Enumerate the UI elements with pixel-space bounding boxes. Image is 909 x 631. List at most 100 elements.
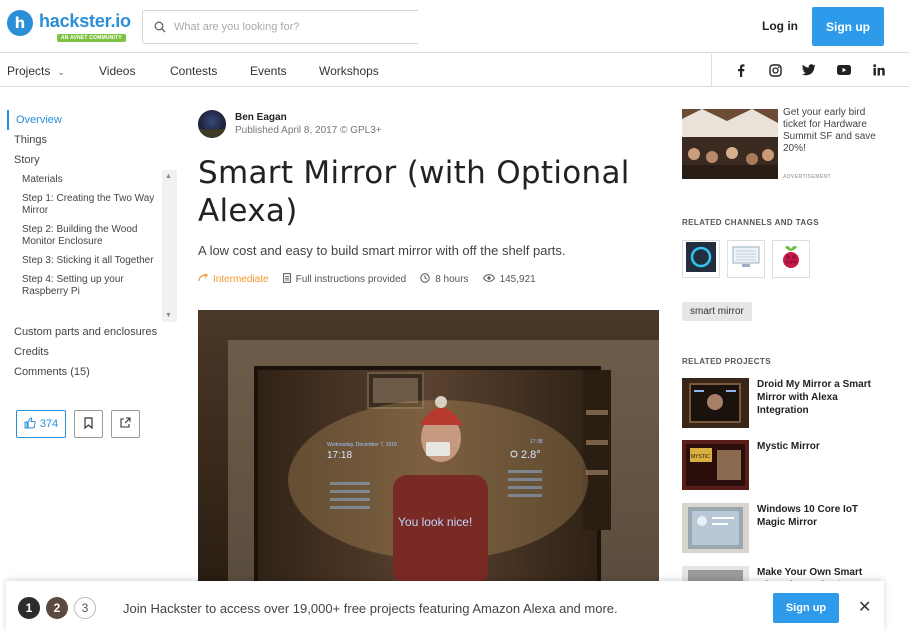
chevron-down-icon: ⌄ xyxy=(57,67,65,77)
instructions-info: Full instructions provided xyxy=(282,273,407,286)
project-title[interactable]: Mystic Mirror xyxy=(757,440,882,453)
mirror-message: You look nice! xyxy=(398,515,472,529)
share-button[interactable] xyxy=(111,410,140,438)
logo-text: hackster.io AN AVNET COMMUNITY xyxy=(39,10,131,42)
table-of-contents: Overview Things Story Materials Step 1: … xyxy=(7,110,177,382)
project-actions: 374 xyxy=(16,410,140,438)
nav-events[interactable]: Events xyxy=(250,64,287,78)
respect-button[interactable]: 374 xyxy=(16,410,66,438)
project-title[interactable]: Windows 10 Core IoT Magic Mirror xyxy=(757,503,882,529)
toc-comments[interactable]: Comments (15) xyxy=(7,362,177,382)
toc-story[interactable]: Story xyxy=(7,150,177,170)
logo-name: hackster.io xyxy=(39,11,131,31)
clock-icon xyxy=(420,273,430,286)
search-icon xyxy=(146,11,174,43)
author-meta: Ben Eagan Published April 8, 2017 © GPL3… xyxy=(235,112,382,136)
project-thumbnail[interactable] xyxy=(682,378,749,428)
author-name[interactable]: Ben Eagan xyxy=(235,112,382,123)
search-input[interactable] xyxy=(174,21,404,33)
toc-things[interactable]: Things xyxy=(7,130,177,150)
raspberry-pi-icon xyxy=(780,244,802,275)
toc-story-submenu: Materials Step 1: Creating the Two Way M… xyxy=(7,170,177,322)
duration-info: 8 hours xyxy=(420,273,469,286)
document-icon xyxy=(282,273,291,286)
project-meta: Intermediate Full instructions provided … xyxy=(198,273,536,286)
toc-sub-item[interactable]: Materials xyxy=(7,170,157,189)
step-3-icon: 3 xyxy=(74,597,96,619)
toc-scrollbar[interactable]: ▲ ▼ xyxy=(162,170,177,322)
mirror-time: 17:18 xyxy=(327,450,352,461)
difficulty-icon xyxy=(198,273,209,285)
signup-button[interactable]: Sign up xyxy=(812,7,884,46)
toc-custom-parts[interactable]: Custom parts and enclosures xyxy=(7,322,177,342)
toc-overview[interactable]: Overview xyxy=(7,110,177,130)
signup-banner: 1 2 3 Join Hackster to access over 19,00… xyxy=(6,581,884,631)
mirror-weather-time: 17:38 xyxy=(530,439,543,445)
scroll-up-icon[interactable]: ▲ xyxy=(165,173,172,180)
mirror-date: Wednesday, December 7, 2016 xyxy=(327,442,397,448)
eye-icon xyxy=(482,274,495,285)
signup-steps: 1 2 3 xyxy=(18,597,96,619)
nav-projects[interactable]: Projects ⌄ xyxy=(7,64,65,78)
instagram-icon[interactable] xyxy=(767,62,783,78)
banner-text: Join Hackster to access over 19,000+ fre… xyxy=(123,601,618,616)
toc-credits[interactable]: Credits xyxy=(7,342,177,362)
share-icon xyxy=(120,417,131,431)
top-header: h hackster.io AN AVNET COMMUNITY Log in … xyxy=(0,0,909,53)
toc-sub-item[interactable]: Step 2: Building the Wood Monitor Enclos… xyxy=(7,220,157,251)
toc-sub-item[interactable]: Step 3: Sticking it all Together xyxy=(7,251,157,270)
related-channels-heading: RELATED CHANNELS AND TAGS xyxy=(682,218,819,227)
linkedin-icon[interactable] xyxy=(871,62,887,78)
alexa-icon xyxy=(686,241,716,277)
ad-label: ADVERTISEMENT xyxy=(783,174,831,180)
related-channels xyxy=(682,240,810,278)
mirror-temperature: 2.8° xyxy=(521,449,541,461)
related-project[interactable]: Droid My Mirror a Smart Mirror with Alex… xyxy=(682,378,892,428)
main-nav: Projects ⌄ Videos Contests Events Worksho… xyxy=(0,54,909,87)
scroll-down-icon[interactable]: ▼ xyxy=(165,312,172,319)
duration-label: 8 hours xyxy=(435,274,469,285)
alexa-channel[interactable] xyxy=(682,240,720,278)
social-links xyxy=(711,54,909,86)
toc-sub-item[interactable]: Step 4: Setting up your Raspberry Pi xyxy=(7,270,157,301)
nav-contests[interactable]: Contests xyxy=(170,64,217,78)
ad-text[interactable]: Get your early bird ticket for Hardware … xyxy=(783,107,883,155)
page-title: Smart Mirror (with Optional Alexa) xyxy=(198,155,630,229)
related-project[interactable]: Windows 10 Core IoT Magic Mirror xyxy=(682,503,892,553)
hackster-logo[interactable]: h hackster.io AN AVNET COMMUNITY xyxy=(7,10,131,42)
thumbs-up-icon xyxy=(24,416,36,432)
step-1-icon: 1 xyxy=(18,597,40,619)
instructions-label: Full instructions provided xyxy=(295,274,407,285)
display-channel[interactable] xyxy=(727,240,765,278)
difficulty-badge: Intermediate xyxy=(198,273,269,286)
step-2-icon: 2 xyxy=(46,597,68,619)
nav-workshops[interactable]: Workshops xyxy=(319,64,379,78)
published-date: Published April 8, 2017 © GPL3+ xyxy=(235,125,382,136)
project-title[interactable]: Droid My Mirror a Smart Mirror with Alex… xyxy=(757,378,882,417)
tag-smart-mirror[interactable]: smart mirror xyxy=(682,302,752,321)
bookmark-button[interactable] xyxy=(74,410,103,438)
related-project[interactable]: MYSTIC Mystic Mirror xyxy=(682,440,892,490)
views-info: 145,921 xyxy=(482,273,536,286)
author-info: Ben Eagan Published April 8, 2017 © GPL3… xyxy=(198,110,382,138)
nav-projects-label: Projects xyxy=(7,64,51,78)
close-icon[interactable]: ✕ xyxy=(858,597,871,617)
project-thumbnail[interactable] xyxy=(682,503,749,553)
search-box[interactable] xyxy=(142,10,418,44)
respect-count: 374 xyxy=(39,418,59,430)
project-thumbnail[interactable]: MYSTIC xyxy=(682,440,749,490)
bookmark-icon xyxy=(84,416,93,432)
related-projects-heading: RELATED PROJECTS xyxy=(682,357,771,366)
nav-videos[interactable]: Videos xyxy=(99,64,135,78)
banner-signup-button[interactable]: Sign up xyxy=(773,593,839,623)
facebook-icon[interactable] xyxy=(733,62,749,78)
ad-image[interactable] xyxy=(682,109,778,179)
toc-sub-item[interactable]: Step 1: Creating the Two Way Mirror xyxy=(7,189,157,220)
youtube-icon[interactable] xyxy=(836,62,852,78)
difficulty-label: Intermediate xyxy=(213,274,269,285)
raspberry-pi-channel[interactable] xyxy=(772,240,810,278)
login-link[interactable]: Log in xyxy=(762,19,798,33)
avatar[interactable] xyxy=(198,110,226,138)
twitter-icon[interactable] xyxy=(801,62,817,78)
hero-image[interactable]: Wednesday, December 7, 2016 17:18 17:38 … xyxy=(198,310,659,582)
